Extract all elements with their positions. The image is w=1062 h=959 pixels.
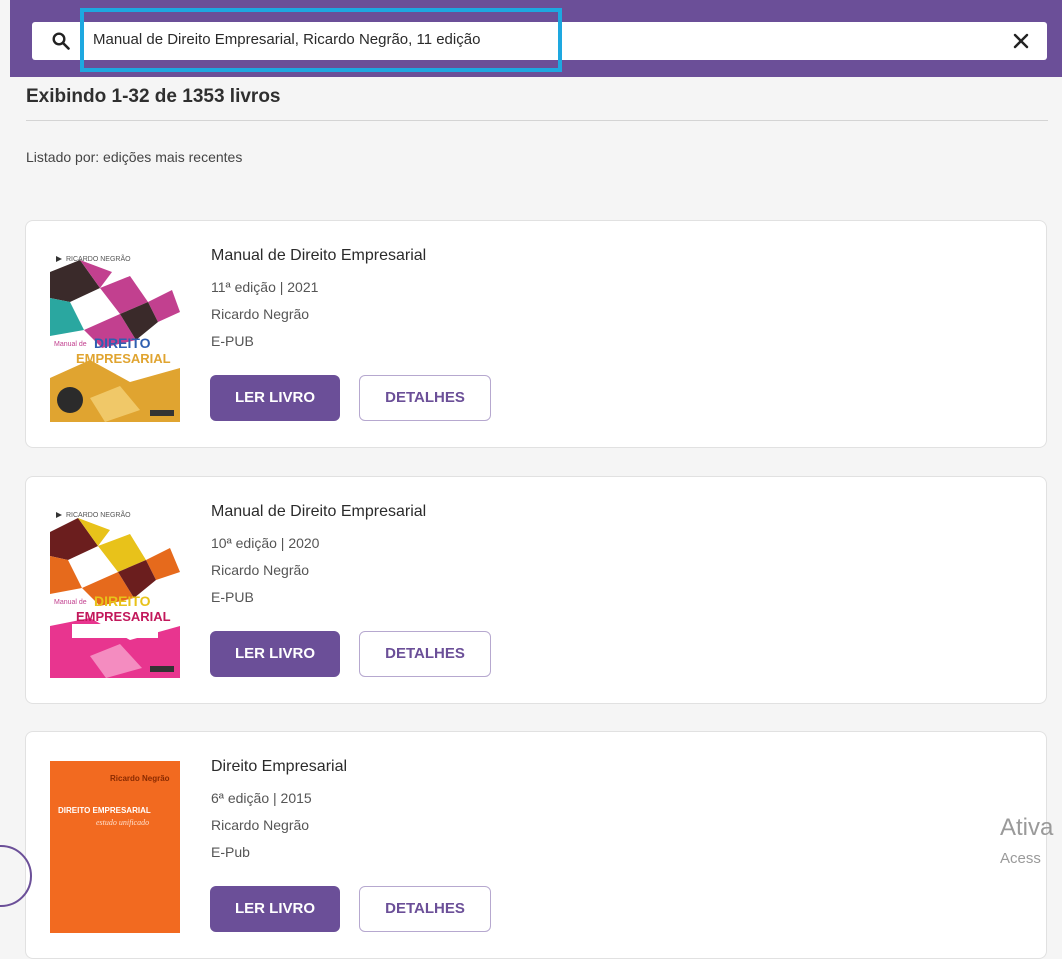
- book-format: E-PUB: [211, 333, 254, 349]
- book-author: Ricardo Negrão: [211, 817, 310, 833]
- svg-text:estudo unificado: estudo unificado: [96, 818, 149, 827]
- svg-text:Ricardo Negrão: Ricardo Negrão: [110, 774, 170, 783]
- svg-text:RICARDO NEGRÃO: RICARDO NEGRÃO: [66, 254, 131, 263]
- book-format: E-Pub: [211, 844, 250, 860]
- book-card: RICARDO NEGRÃO Manual de DIREITO EMPRESA…: [25, 476, 1047, 704]
- book-card: Ricardo Negrão DIREITO EMPRESARIAL estud…: [25, 731, 1047, 959]
- book-title[interactable]: Manual de Direito Empresarial: [211, 503, 426, 521]
- search-highlight-box: [80, 8, 562, 72]
- book-edition: 11ª edição | 2021: [211, 279, 319, 295]
- book-edition: 6ª edição | 2015: [211, 790, 312, 806]
- activation-watermark-title: Ativa: [1000, 814, 1054, 841]
- read-book-button[interactable]: LER LIVRO: [210, 631, 340, 677]
- book-author: Ricardo Negrão: [211, 562, 310, 578]
- svg-text:DIREITO: DIREITO: [94, 593, 151, 609]
- book-cover[interactable]: RICARDO NEGRÃO Manual de DIREITO EMPRESA…: [50, 506, 180, 678]
- book-title[interactable]: Manual de Direito Empresarial: [211, 247, 426, 265]
- sort-label: Listado por: edições mais recentes: [26, 149, 243, 165]
- svg-text:EMPRESARIAL: EMPRESARIAL: [76, 609, 171, 624]
- book-edition: 10ª edição | 2020: [211, 535, 320, 551]
- book-cover[interactable]: RICARDO NEGRÃO Manual de DIREITO EMPRESA…: [50, 250, 180, 422]
- book-title[interactable]: Direito Empresarial: [211, 758, 347, 776]
- svg-text:EMPRESARIAL: EMPRESARIAL: [76, 351, 171, 366]
- book-author: Ricardo Negrão: [211, 306, 310, 322]
- details-button[interactable]: DETALHES: [359, 375, 491, 421]
- results-count: Exibindo 1-32 de 1353 livros: [26, 86, 281, 107]
- activation-watermark-subtitle: Acess: [1000, 850, 1041, 867]
- details-button[interactable]: DETALHES: [359, 631, 491, 677]
- svg-text:RICARDO NEGRÃO: RICARDO NEGRÃO: [66, 510, 131, 519]
- close-icon[interactable]: [1013, 33, 1029, 49]
- read-book-button[interactable]: LER LIVRO: [210, 375, 340, 421]
- book-format: E-PUB: [211, 589, 254, 605]
- svg-text:Manual de: Manual de: [54, 599, 87, 606]
- svg-text:DIREITO EMPRESARIAL: DIREITO EMPRESARIAL: [58, 806, 151, 815]
- details-button[interactable]: DETALHES: [359, 886, 491, 932]
- svg-text:Manual de: Manual de: [54, 341, 87, 348]
- search-icon[interactable]: [52, 32, 70, 50]
- read-book-button[interactable]: LER LIVRO: [210, 886, 340, 932]
- divider: [26, 120, 1048, 121]
- book-card: RICARDO NEGRÃO Manual de DIREITO EMPRESA…: [25, 220, 1047, 448]
- svg-text:DIREITO: DIREITO: [94, 335, 151, 351]
- book-cover[interactable]: Ricardo Negrão DIREITO EMPRESARIAL estud…: [50, 761, 180, 933]
